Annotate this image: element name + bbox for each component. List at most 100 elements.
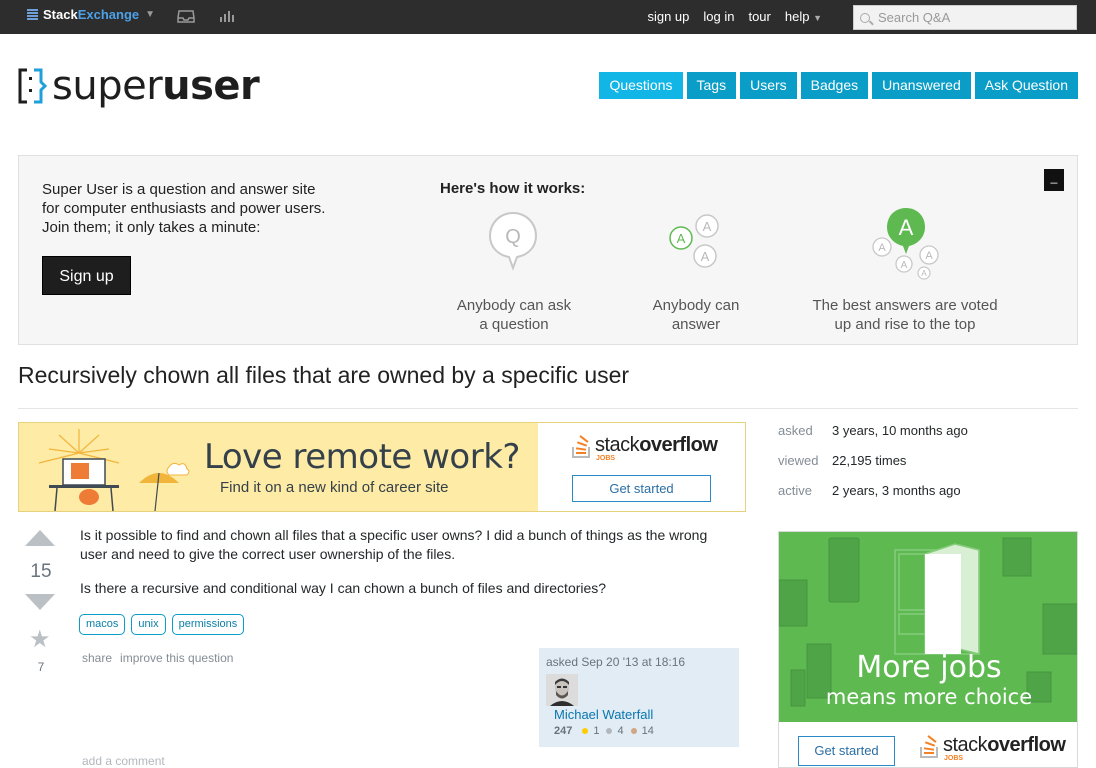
main-nav: Questions Tags Users Badges Unanswered A…	[599, 72, 1078, 99]
stat-asked-value[interactable]: 3 years, 10 months ago	[832, 423, 968, 438]
close-hero-button[interactable]: _	[1044, 169, 1064, 191]
stat-viewed-label: viewed	[778, 453, 819, 468]
sidebar-so-word: stackoverflow	[943, 734, 1066, 757]
question-paragraph-1-line-2: user and need to give the correct user o…	[80, 546, 456, 562]
step-vote: The best answers are voted up and rise t…	[799, 296, 1011, 334]
sidebar-so-stack: stack	[943, 734, 988, 756]
owner-name-link[interactable]: Michael Waterfall	[554, 707, 653, 722]
step-answer: Anybody can answer	[639, 296, 753, 334]
nav-tags[interactable]: Tags	[686, 72, 737, 99]
inbox-icon[interactable]	[177, 9, 195, 26]
welcome-hero: Super User is a question and answer site…	[18, 155, 1078, 345]
svg-text:A: A	[701, 249, 710, 264]
so-stack: stack	[595, 434, 640, 456]
svg-text:A: A	[901, 260, 908, 271]
stackoverflow-jobs-logo: stackoverflow JOBS	[572, 433, 718, 462]
nav-unanswered[interactable]: Unanswered	[872, 72, 971, 99]
ad-subheadline: Find it on a new kind of career site	[220, 479, 449, 496]
upvote-arrow-icon[interactable]	[25, 530, 55, 546]
favorite-star-icon[interactable]: ★	[29, 625, 51, 654]
signup-link[interactable]: sign up	[647, 9, 689, 24]
achievements-icon[interactable]	[219, 9, 235, 26]
svg-text:Q: Q	[505, 226, 521, 248]
sidebar-so-jobs: JOBS	[944, 755, 964, 762]
bronze-badge-count: 14	[641, 725, 654, 737]
ask-question-icon: Q	[486, 210, 540, 277]
question-title[interactable]: Recursively chown all files that are own…	[18, 362, 629, 389]
brand-stack: Stack	[43, 7, 78, 22]
owner-reputation: 247 1 4 14	[554, 725, 654, 737]
remote-work-illustration	[19, 423, 199, 511]
superuser-logo-icon	[18, 68, 48, 106]
svg-text:A: A	[878, 242, 886, 254]
sidebar-ad-line-2: means more choice	[825, 685, 1033, 709]
superuser-logo[interactable]: superuser	[18, 63, 260, 109]
silver-badge-count: 4	[617, 725, 624, 737]
question-paragraph-1-line-1: Is it possible to find and chown all fil…	[80, 527, 708, 543]
ad-get-started-button[interactable]: Get started	[572, 475, 711, 502]
stackexchange-logo[interactable]: Stack Exchange ▼	[27, 7, 155, 22]
nav-questions[interactable]: Questions	[599, 72, 683, 99]
stackexchange-icon	[27, 8, 38, 21]
help-link[interactable]: help ▼	[785, 9, 822, 24]
step-answer-line-1: Anybody can	[652, 297, 740, 314]
gold-badge-icon	[582, 728, 589, 734]
step-answer-line-2: answer	[671, 316, 721, 333]
tag-macos[interactable]: macos	[79, 614, 126, 635]
hero-line-3: Join them; it only takes a minute:	[42, 219, 261, 236]
search-icon	[860, 12, 870, 23]
sidebar-ad-get-started-button[interactable]: Get started	[798, 736, 895, 766]
stackoverflow-icon	[572, 433, 592, 458]
vote-count: 15	[30, 561, 52, 582]
stat-viewed-value: 22,195 times	[832, 453, 907, 468]
svg-text:A: A	[703, 219, 712, 234]
search-input[interactable]	[878, 10, 1068, 25]
so-jobs: JOBS	[596, 455, 616, 462]
svg-text:A: A	[677, 231, 686, 246]
nav-users[interactable]: Users	[740, 72, 797, 99]
step-ask-line-2: a question	[479, 316, 549, 333]
tag-list: macos unix permissions	[79, 614, 245, 635]
stackoverflow-icon	[920, 733, 940, 758]
so-word: stackoverflow	[595, 434, 718, 457]
hero-line-2: for computer enthusiasts and power users…	[42, 200, 326, 217]
question-owner-card: asked Sep 20 '13 at 18:16 Michael Waterf…	[539, 648, 739, 747]
answer-icon: A A A	[667, 212, 723, 279]
downvote-arrow-icon[interactable]	[25, 594, 55, 610]
svg-text:A: A	[899, 215, 914, 240]
nav-badges[interactable]: Badges	[800, 72, 869, 99]
avatar[interactable]	[546, 674, 578, 706]
asked-timestamp: asked Sep 20 '13 at 18:16	[546, 655, 686, 669]
reputation-score: 247	[554, 725, 573, 737]
divider	[18, 408, 1078, 409]
sidebar-ad[interactable]: More jobs means more choice Get started …	[778, 531, 1078, 768]
logo-user: user	[162, 63, 260, 109]
banner-ad[interactable]: Love remote work? Find it on a new kind …	[18, 422, 746, 512]
sidebar-ad-line-1: More jobs	[856, 650, 1002, 685]
share-link[interactable]: share	[82, 651, 112, 665]
signup-button[interactable]: Sign up	[42, 256, 131, 295]
tag-unix[interactable]: unix	[131, 614, 166, 635]
tag-permissions[interactable]: permissions	[171, 614, 245, 635]
chevron-down-icon: ▼	[813, 13, 822, 23]
logo-super: super	[52, 63, 163, 109]
bronze-badge-icon	[630, 728, 637, 734]
search-box[interactable]	[853, 5, 1077, 30]
superuser-wordmark: superuser	[52, 63, 260, 109]
vote-up-answers-icon: A A A A A	[870, 206, 942, 285]
so-overflow: overflow	[639, 434, 718, 456]
stat-active-value[interactable]: 2 years, 3 months ago	[832, 483, 961, 498]
improve-question-link[interactable]: improve this question	[120, 651, 233, 665]
step-ask: Anybody can ask a question	[451, 296, 577, 334]
add-comment-link[interactable]: add a comment	[82, 754, 165, 768]
login-link[interactable]: log in	[703, 9, 734, 24]
stat-asked-label: asked	[778, 423, 813, 438]
chevron-down-icon: ▼	[145, 9, 156, 20]
top-links: sign up log in tour help ▼	[647, 9, 822, 24]
svg-text:A: A	[925, 250, 933, 262]
tour-link[interactable]: tour	[748, 9, 770, 24]
nav-ask-question[interactable]: Ask Question	[974, 72, 1078, 99]
question-paragraph-2: Is there a recursive and conditional way…	[80, 580, 607, 596]
svg-text:A: A	[921, 269, 927, 278]
step-vote-line-2: up and rise to the top	[834, 316, 976, 333]
